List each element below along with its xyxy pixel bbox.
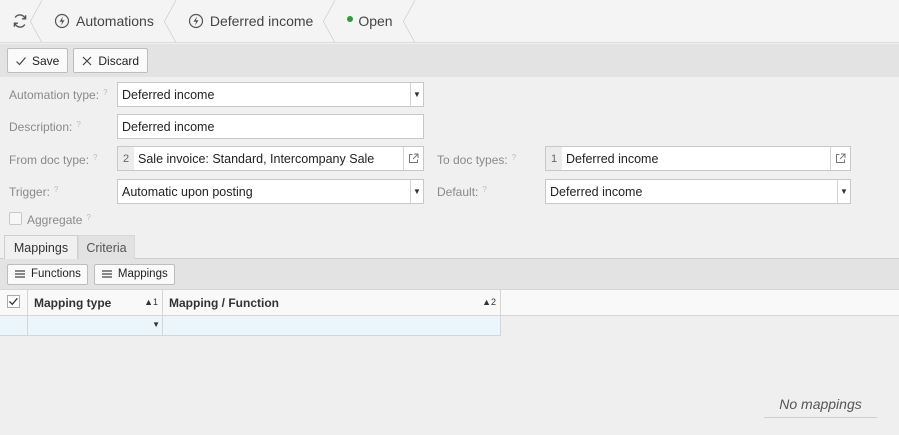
bolt-icon: [188, 13, 204, 29]
tab-mappings-label: Mappings: [13, 240, 69, 255]
grid-toolbar: Functions Mappings: [0, 259, 899, 289]
tab-criteria[interactable]: Criteria: [78, 235, 135, 259]
chevron-down-icon[interactable]: ▼: [152, 320, 160, 329]
default-label-text: Default:: [437, 185, 479, 199]
functions-button[interactable]: Functions: [7, 263, 88, 285]
select-all-checkbox[interactable]: [0, 290, 28, 316]
mappings-button-label: Mappings: [117, 268, 168, 280]
column-mapping-function[interactable]: Mapping / Function ▲2: [163, 290, 501, 316]
trigger-label: Trigger:?: [9, 184, 58, 200]
automation-type-label: Automation type:?: [9, 87, 108, 103]
column-mapping-type[interactable]: Mapping type ▲1: [28, 290, 163, 316]
breadcrumb-status[interactable]: Open: [333, 0, 415, 43]
refresh-icon: [12, 13, 28, 29]
chevron-down-icon[interactable]: ▼: [837, 180, 850, 203]
close-icon: [81, 55, 93, 67]
description-label: Description:?: [9, 119, 81, 135]
default-select[interactable]: Deferred income ▼: [545, 179, 851, 204]
grid-header: Mapping type ▲1 Mapping / Function ▲2: [0, 289, 899, 316]
tab-criteria-label: Criteria: [86, 240, 127, 255]
help-icon[interactable]: ?: [103, 88, 107, 97]
tab-mappings[interactable]: Mappings: [4, 235, 78, 260]
help-icon[interactable]: ?: [86, 213, 90, 222]
from-doc-type-count: 2: [118, 147, 134, 170]
new-row-mapping-function[interactable]: [163, 316, 501, 336]
tab-bar: Mappings Criteria: [0, 235, 899, 260]
new-row-selector[interactable]: [0, 316, 28, 336]
breadcrumb-deferred-income[interactable]: Deferred income: [174, 0, 335, 43]
help-icon[interactable]: ?: [482, 185, 486, 194]
refresh-button[interactable]: [0, 0, 42, 43]
menu-icon: [101, 268, 113, 280]
description-field[interactable]: Deferred income: [117, 114, 424, 139]
sort-indicator: ▲1: [144, 297, 158, 307]
aggregate-label-text: Aggregate: [27, 213, 83, 227]
breadcrumb-automations-label: Automations: [76, 13, 154, 29]
to-doc-types-value: Deferred income: [566, 151, 659, 166]
discard-button[interactable]: Discard: [73, 48, 149, 73]
column-mapping-function-label: Mapping / Function: [169, 296, 279, 310]
help-icon[interactable]: ?: [54, 185, 58, 194]
save-button-label: Save: [32, 53, 60, 68]
help-icon[interactable]: ?: [512, 153, 516, 162]
to-doc-types-count: 1: [546, 147, 562, 170]
new-row[interactable]: ▼: [0, 316, 501, 336]
from-doc-type-value: Sale invoice: Standard, Intercompany Sal…: [138, 151, 375, 166]
breadcrumb-deferred-income-label: Deferred income: [209, 13, 314, 29]
status-dot-icon: [347, 15, 354, 22]
new-row-mapping-type[interactable]: ▼: [28, 316, 163, 336]
aggregate-checkbox[interactable]: [9, 212, 22, 225]
check-icon: [15, 55, 27, 67]
breadcrumb-automations[interactable]: Automations: [40, 0, 176, 43]
chevron-down-icon[interactable]: ▼: [410, 83, 423, 106]
to-doc-types-label: To doc types:?: [437, 152, 516, 168]
discard-button-label: Discard: [98, 53, 140, 68]
breadcrumb: Automations Deferred income Open: [0, 0, 899, 43]
help-icon[interactable]: ?: [93, 153, 97, 162]
external-link-icon[interactable]: [830, 147, 850, 170]
trigger-value: Automatic upon posting: [122, 184, 253, 199]
automation-type-value: Deferred income: [122, 87, 215, 102]
from-doc-type-field[interactable]: 2 Sale invoice: Standard, Intercompany S…: [117, 146, 424, 171]
description-label-text: Description:: [9, 120, 73, 134]
empty-state-text: No mappings: [764, 390, 877, 418]
from-doc-type-label: From doc type:?: [9, 152, 97, 168]
external-link-icon[interactable]: [403, 147, 423, 170]
automation-type-select[interactable]: Deferred income ▼: [117, 82, 424, 107]
automation-type-label-text: Automation type:: [9, 88, 100, 102]
functions-button-label: Functions: [31, 268, 81, 280]
to-doc-types-field[interactable]: 1 Deferred income: [545, 146, 851, 171]
check-icon: [7, 295, 20, 311]
default-label: Default:?: [437, 184, 487, 200]
from-doc-type-label-text: From doc type:: [9, 153, 90, 167]
toolbar: Save Discard: [0, 44, 899, 77]
trigger-label-text: Trigger:: [9, 185, 50, 199]
sort-indicator: ▲2: [482, 297, 496, 307]
to-doc-types-label-text: To doc types:: [437, 153, 508, 167]
column-mapping-type-label: Mapping type: [34, 296, 112, 310]
aggregate-label: Aggregate?: [27, 212, 91, 228]
trigger-select[interactable]: Automatic upon posting ▼: [117, 179, 424, 204]
help-icon[interactable]: ?: [76, 120, 80, 129]
bolt-icon: [54, 13, 70, 29]
menu-icon: [14, 268, 26, 280]
chevron-down-icon[interactable]: ▼: [410, 180, 423, 203]
mappings-button[interactable]: Mappings: [93, 263, 175, 285]
default-value: Deferred income: [550, 184, 643, 199]
status-label: Open: [358, 13, 393, 29]
save-button[interactable]: Save: [7, 48, 69, 73]
description-value: Deferred income: [122, 119, 215, 134]
